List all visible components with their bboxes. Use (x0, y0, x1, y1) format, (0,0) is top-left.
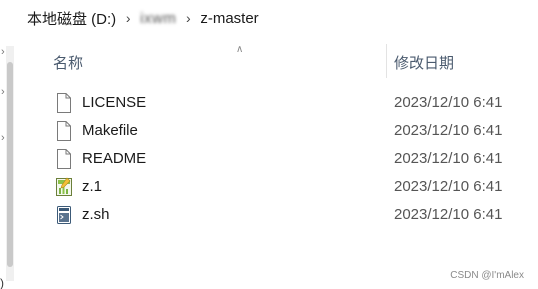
chevron-right-icon[interactable]: › (1, 86, 5, 98)
chevron-right-icon[interactable]: › (1, 132, 5, 144)
column-header-row: ∧ 名称 修改日期 (26, 44, 538, 82)
document-icon (56, 121, 72, 141)
manpage-chart-icon (56, 177, 72, 197)
file-name: z.sh (82, 206, 110, 223)
file-explorer-window: 本地磁盘 (D:) › ixwm › z-master › › › ) ∧ 名称… (0, 0, 538, 289)
file-name: README (82, 150, 147, 167)
column-header-date-modified[interactable]: 修改日期 (394, 52, 454, 73)
watermark: CSDN @I'mAlex (450, 270, 524, 281)
nav-item-partial-label[interactable]: ) (0, 276, 4, 289)
breadcrumb-item-folder[interactable]: ixwm (137, 6, 179, 30)
column-header-name[interactable]: 名称 (53, 52, 83, 73)
file-date-modified: 2023/12/10 6:41 (394, 122, 503, 139)
file-date-modified: 2023/12/10 6:41 (394, 206, 503, 223)
file-list: LICENSE 2023/12/10 6:41 Makefile 2023/12… (26, 89, 538, 229)
file-name: LICENSE (82, 94, 147, 111)
shell-script-icon (56, 205, 72, 225)
file-date-modified: 2023/12/10 6:41 (394, 150, 503, 167)
breadcrumb-item-current-folder[interactable]: z-master (197, 6, 261, 30)
chevron-right-icon[interactable]: › (119, 10, 137, 26)
document-icon (56, 149, 72, 169)
file-row-license[interactable]: LICENSE 2023/12/10 6:41 (26, 89, 538, 117)
file-date-modified: 2023/12/10 6:41 (394, 178, 503, 195)
column-divider[interactable] (386, 44, 387, 78)
file-row-z-1[interactable]: z.1 2023/12/10 6:41 (26, 173, 538, 201)
file-name: z.1 (82, 178, 103, 195)
document-icon (56, 93, 72, 113)
file-row-readme[interactable]: README 2023/12/10 6:41 (26, 145, 538, 173)
chevron-right-icon[interactable]: › (179, 10, 197, 26)
chevron-right-icon[interactable]: › (1, 46, 5, 58)
file-row-z-sh[interactable]: z.sh 2023/12/10 6:41 (26, 201, 538, 229)
file-row-makefile[interactable]: Makefile 2023/12/10 6:41 (26, 117, 538, 145)
scrollbar-thumb[interactable] (7, 62, 13, 267)
file-name: Makefile (82, 122, 138, 139)
breadcrumb[interactable]: 本地磁盘 (D:) › ixwm › z-master (0, 0, 538, 36)
breadcrumb-item-drive-d[interactable]: 本地磁盘 (D:) (24, 6, 119, 30)
sort-ascending-icon: ∧ (236, 44, 244, 55)
file-date-modified: 2023/12/10 6:41 (394, 94, 503, 111)
